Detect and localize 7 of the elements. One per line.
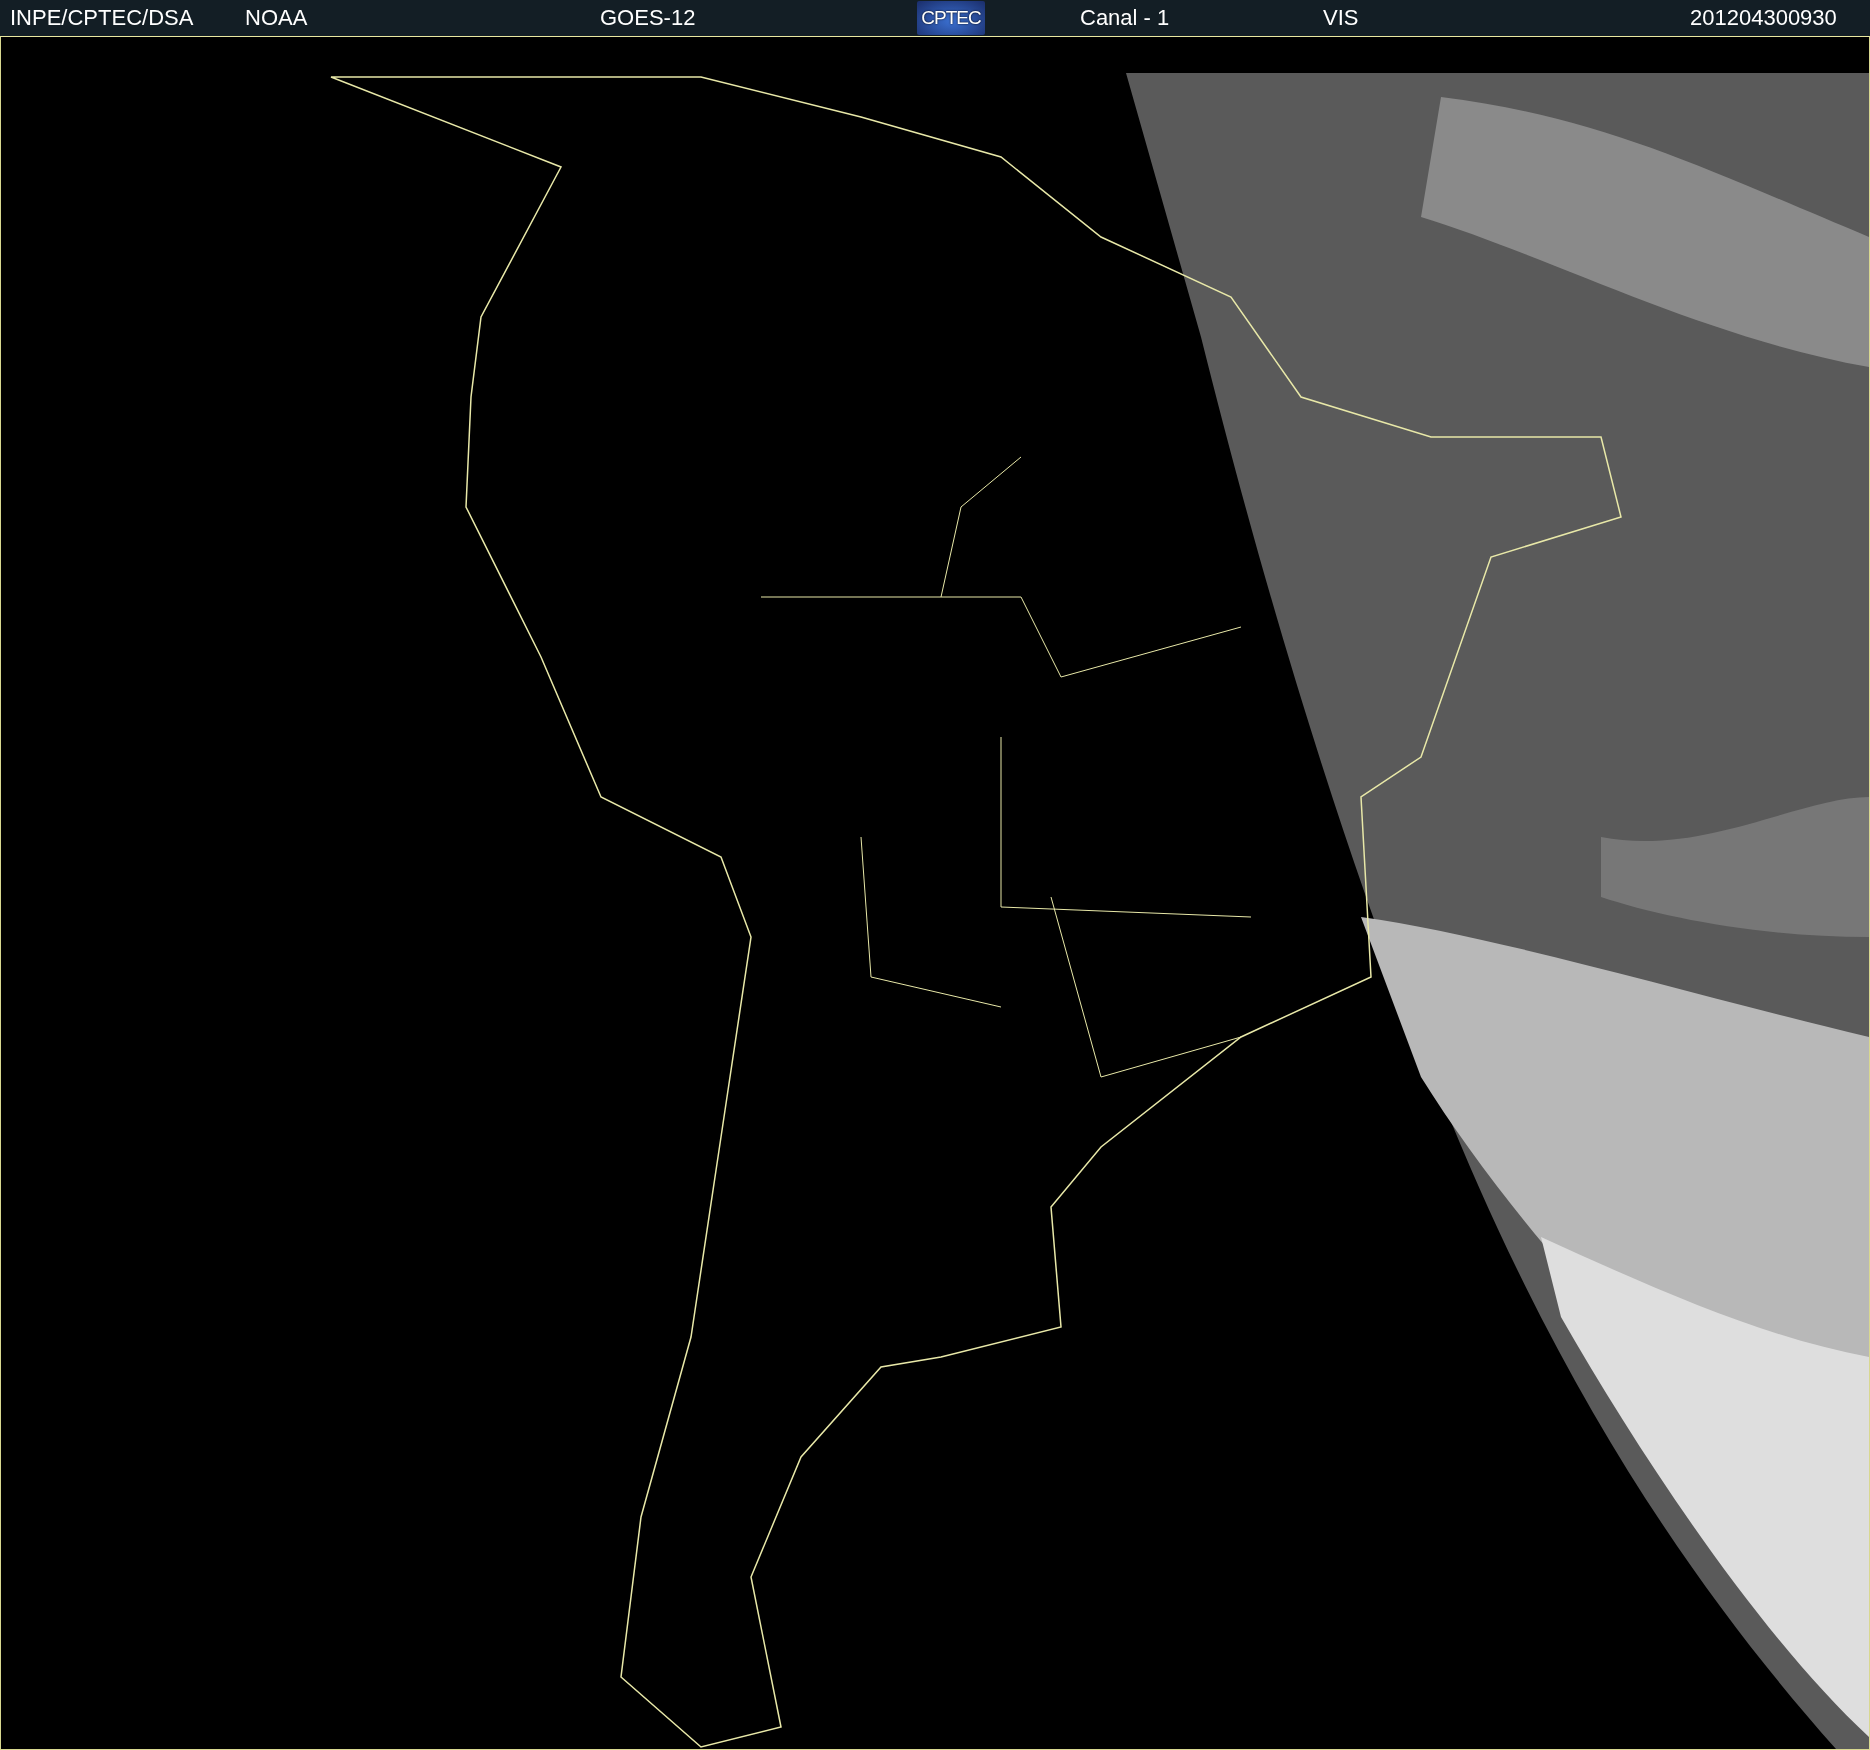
header-label: GOES-12 bbox=[600, 6, 696, 30]
header-label: INPE/CPTEC/DSA bbox=[10, 6, 194, 30]
header-label: VIS bbox=[1323, 6, 1359, 30]
logo: CPTEC bbox=[917, 1, 985, 35]
header-label: NOAA bbox=[245, 6, 308, 30]
header-label: 201204300930 bbox=[1690, 6, 1837, 30]
header-label: Canal - 1 bbox=[1080, 6, 1170, 30]
